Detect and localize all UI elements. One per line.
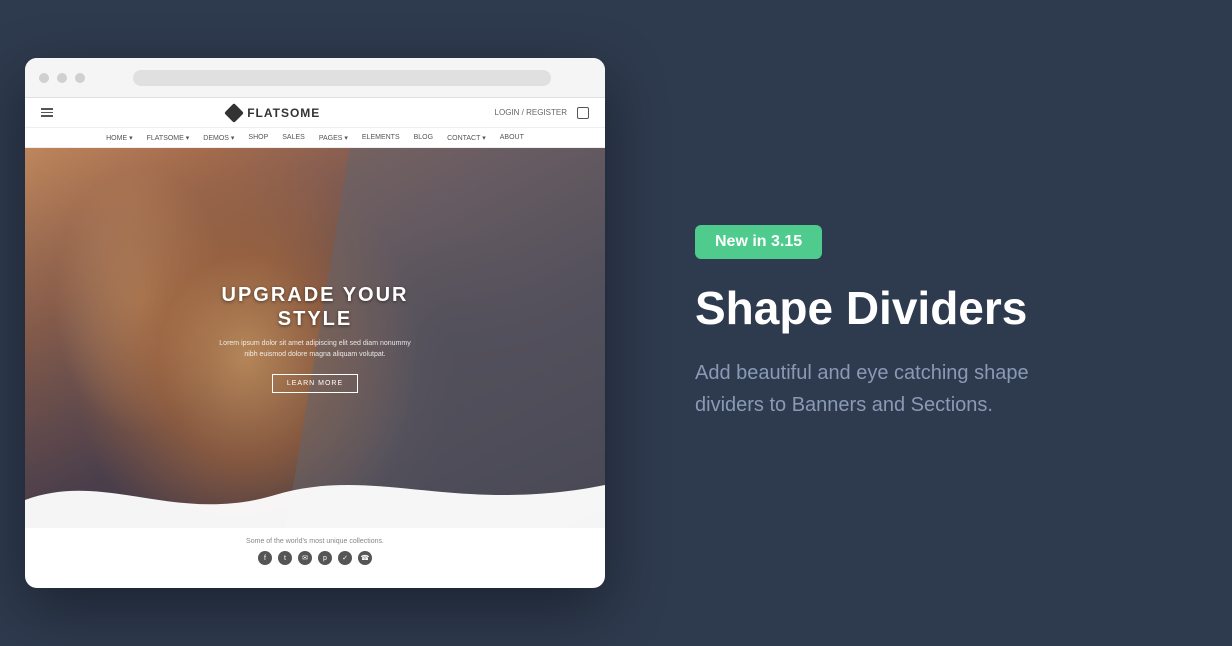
browser-dot-2 [57,73,67,83]
browser-bar [25,58,605,98]
left-panel: FLATSOME LOGIN / REGISTER HOME ▾ FLATSOM… [0,0,625,646]
nav-blog[interactable]: BLOG [414,134,433,141]
nav-flatsome[interactable]: FLATSOME ▾ [147,134,190,142]
right-panel: New in 3.15 Shape Dividers Add beautiful… [625,0,1232,646]
footer-section: Some of the world's most unique collecti… [25,528,605,575]
nav-right: LOGIN / REGISTER [495,107,589,119]
learn-more-button[interactable]: LEARN MORE [272,374,358,393]
diamond-icon [224,103,244,123]
wave-divider [25,460,605,528]
nav-demos[interactable]: DEMOS ▾ [203,134,234,142]
browser-dot-3 [75,73,85,83]
nav-about[interactable]: ABOUT [500,134,524,141]
browser-mockup: FLATSOME LOGIN / REGISTER HOME ▾ FLATSOM… [25,58,605,588]
hamburger-icon[interactable] [41,108,53,117]
check-icon[interactable]: ✓ [338,551,352,565]
hero-subtitle: Lorem ipsum dolor sit amet adipiscing el… [215,339,415,360]
site-nav: FLATSOME LOGIN / REGISTER [25,98,605,128]
hero-title: UPGRADE YOUR STYLE [222,283,409,331]
page-container: FLATSOME LOGIN / REGISTER HOME ▾ FLATSOM… [0,0,1232,646]
hero-section: UPGRADE YOUR STYLE Lorem ipsum dolor sit… [25,148,605,528]
facebook-icon[interactable]: f [258,551,272,565]
cart-icon[interactable] [577,107,589,119]
nav-pages[interactable]: PAGES ▾ [319,134,348,142]
feature-description: Add beautiful and eye catching shape div… [695,357,1075,421]
site-logo: FLATSOME [227,106,320,120]
footer-text: Some of the world's most unique collecti… [45,538,585,545]
nav-sales[interactable]: SALES [282,134,305,141]
nav-elements[interactable]: ELEMENTS [362,134,400,141]
nav-contact[interactable]: CONTACT ▾ [447,134,486,142]
version-badge: New in 3.15 [695,225,822,259]
feature-title: Shape Dividers [695,283,1167,334]
twitter-icon[interactable]: t [278,551,292,565]
browser-dot-1 [39,73,49,83]
logo-text: FLATSOME [247,106,320,120]
email-icon[interactable]: ✉ [298,551,312,565]
phone-icon[interactable]: ☎ [358,551,372,565]
nav-home[interactable]: HOME ▾ [106,134,132,142]
pinterest-icon[interactable]: p [318,551,332,565]
social-icons: f t ✉ p ✓ ☎ [45,551,585,565]
login-link[interactable]: LOGIN / REGISTER [495,108,567,117]
site-content: UPGRADE YOUR STYLE Lorem ipsum dolor sit… [25,148,605,588]
nav-shop[interactable]: SHOP [248,134,268,141]
